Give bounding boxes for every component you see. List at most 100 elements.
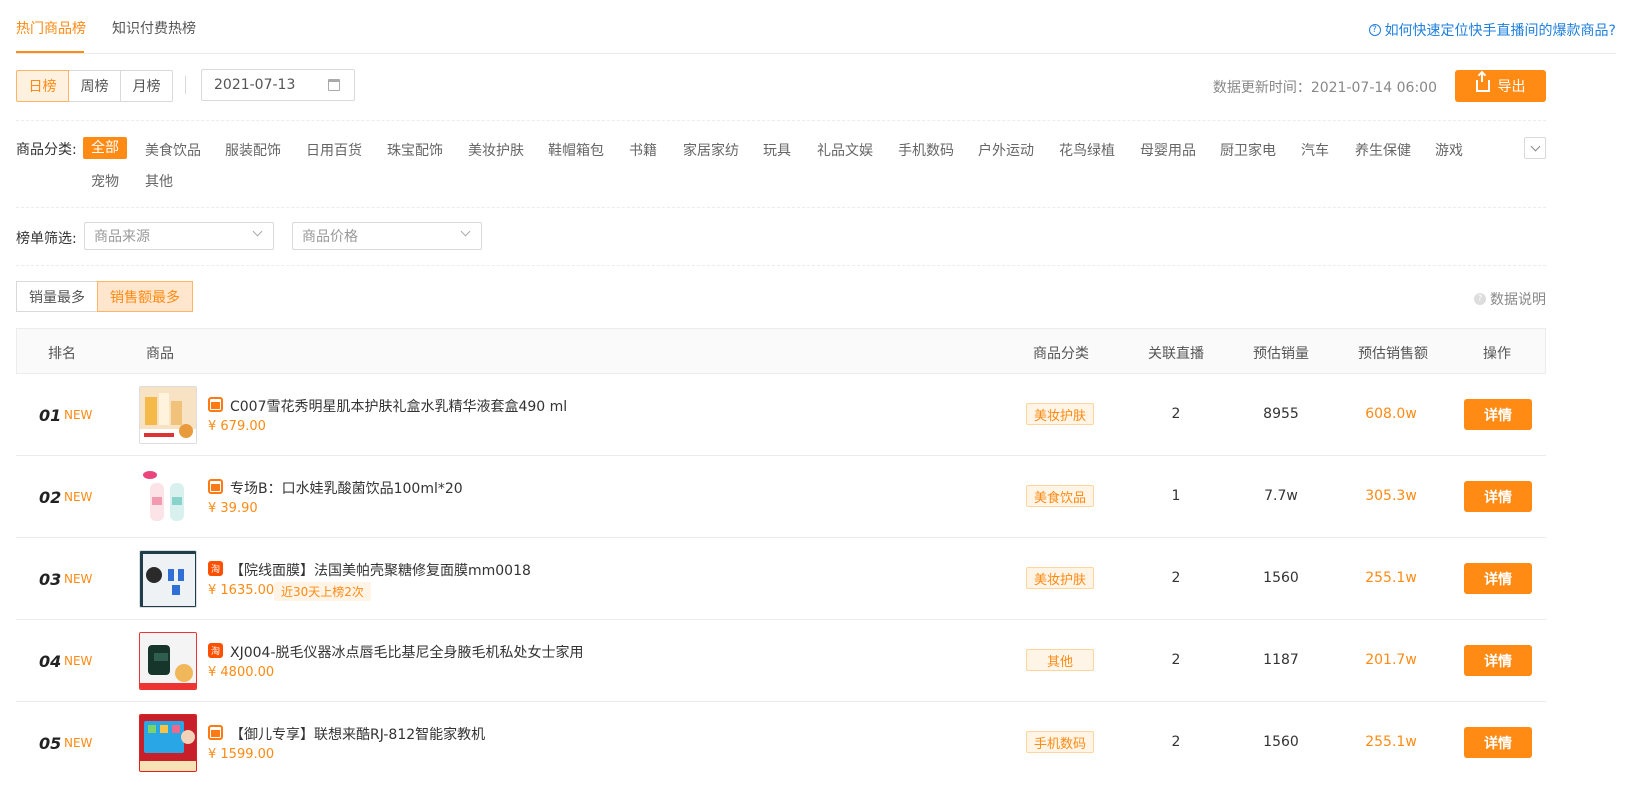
upload-icon <box>1475 73 1490 92</box>
divider <box>16 207 1546 208</box>
price-select-placeholder: 商品价格 <box>302 229 358 245</box>
chevron-down-icon <box>460 226 471 237</box>
est-sales: 1560 <box>1263 734 1299 750</box>
category-item[interactable]: 母婴用品 <box>1140 140 1196 160</box>
ranking-count-tag: 近30天上榜2次 <box>274 582 371 601</box>
source-select[interactable]: 商品来源 <box>84 222 274 250</box>
tab-hot-products[interactable]: 热门商品榜 <box>16 18 86 38</box>
category-item[interactable]: 玩具 <box>763 140 791 160</box>
category-item[interactable]: 汽车 <box>1301 140 1329 160</box>
header-category: 商品分类 <box>1033 346 1089 362</box>
table-row: 05 NEW 【御儿专享】联想来酷RJ-812智能家教机 ¥ 1599.00 手… <box>16 702 1546 784</box>
category-item[interactable]: 厨卫家电 <box>1220 140 1276 160</box>
product-price: ¥ 679.00 <box>208 419 266 434</box>
product-thumbnail[interactable] <box>139 386 197 444</box>
live-count: 2 <box>1171 570 1181 586</box>
product-thumbnail[interactable] <box>139 550 197 608</box>
product-thumbnail[interactable] <box>139 632 197 690</box>
est-revenue: 608.0w <box>1365 406 1417 422</box>
period-daily-button[interactable]: 日榜 <box>16 70 69 102</box>
table-row: 02 NEW 专场B：口水娃乳酸菌饮品100ml*20 ¥ 39.90 美食饮品… <box>16 456 1546 538</box>
new-badge: NEW <box>64 572 93 586</box>
est-sales: 1560 <box>1263 570 1299 586</box>
est-revenue: 305.3w <box>1365 488 1417 504</box>
sort-by-revenue-button[interactable]: 销售额最多 <box>97 281 193 312</box>
date-value: 2021-07-13 <box>214 77 296 93</box>
category-item[interactable]: 花鸟绿植 <box>1059 140 1115 160</box>
est-sales: 7.7w <box>1264 488 1298 504</box>
data-note-link[interactable]: ? 数据说明 <box>1474 289 1546 309</box>
detail-button[interactable]: 详情 <box>1464 399 1532 430</box>
category-badge: 美妆护肤 <box>1026 567 1094 589</box>
top-tabs: 热门商品榜 知识付费热榜 ? 如何快速定位快手直播间的爆款商品? <box>16 0 1616 54</box>
detail-button[interactable]: 详情 <box>1464 563 1532 594</box>
est-revenue: 255.1w <box>1365 570 1417 586</box>
sort-by-volume-button[interactable]: 销量最多 <box>16 281 98 312</box>
detail-button[interactable]: 详情 <box>1464 481 1532 512</box>
chevron-down-icon <box>252 226 263 237</box>
category-item[interactable]: 其他 <box>145 171 173 191</box>
expand-categories-button[interactable] <box>1524 137 1546 159</box>
product-thumbnail[interactable] <box>139 714 197 772</box>
date-picker[interactable]: 2021-07-13 <box>201 69 355 101</box>
table-row: 01 NEW C007雪花秀明星肌本护肤礼盒水乳精华液套盒490 ml ¥ 67… <box>16 374 1546 456</box>
source-select-placeholder: 商品来源 <box>94 229 150 245</box>
category-all[interactable]: 全部 <box>83 137 127 159</box>
tab-knowledge-paid[interactable]: 知识付费热榜 <box>112 18 196 38</box>
category-item[interactable]: 书籍 <box>629 140 657 160</box>
product-name[interactable]: C007雪花秀明星肌本护肤礼盒水乳精华液套盒490 ml <box>230 396 567 416</box>
export-button[interactable]: 导出 <box>1455 70 1546 102</box>
period-switcher: 日榜 周榜 月榜 <box>16 70 173 102</box>
product-name[interactable]: 【院线面膜】法国美帕壳聚糖修复面膜mm0018 <box>230 560 531 580</box>
period-weekly-button[interactable]: 周榜 <box>68 70 121 102</box>
product-price: ¥ 1635.00 <box>208 583 275 598</box>
est-sales: 8955 <box>1263 406 1299 422</box>
new-badge: NEW <box>64 654 93 668</box>
category-item[interactable]: 珠宝配饰 <box>387 140 443 160</box>
divider <box>16 120 1546 121</box>
category-item[interactable]: 鞋帽箱包 <box>548 140 604 160</box>
question-icon: ? <box>1368 24 1381 36</box>
header-rank: 排名 <box>48 346 76 362</box>
category-item[interactable]: 手机数码 <box>898 140 954 160</box>
calendar-icon <box>328 79 340 91</box>
price-select[interactable]: 商品价格 <box>292 222 482 250</box>
data-note-text: 数据说明 <box>1490 292 1546 308</box>
table-row: 04 NEW 淘 XJ004-脱毛仪器冰点唇毛比基尼全身腋毛机私处女士家用 ¥ … <box>16 620 1546 702</box>
rank-number: 04 <box>39 652 62 671</box>
header-product: 商品 <box>146 346 174 362</box>
header-live: 关联直播 <box>1148 346 1204 362</box>
product-name[interactable]: XJ004-脱毛仪器冰点唇毛比基尼全身腋毛机私处女士家用 <box>230 642 584 662</box>
help-link[interactable]: ? 如何快速定位快手直播间的爆款商品? <box>1368 20 1616 40</box>
category-item[interactable]: 家居家纺 <box>683 140 739 160</box>
divider <box>185 76 186 94</box>
category-item[interactable]: 美食饮品 <box>145 140 201 160</box>
product-name[interactable]: 【御儿专享】联想来酷RJ-812智能家教机 <box>230 724 485 744</box>
live-count: 2 <box>1171 652 1181 668</box>
rank-number: 03 <box>39 570 62 589</box>
category-badge: 手机数码 <box>1026 731 1094 753</box>
product-price: ¥ 4800.00 <box>208 665 275 680</box>
category-item[interactable]: 游戏 <box>1435 140 1463 160</box>
est-revenue: 201.7w <box>1365 652 1417 668</box>
product-name[interactable]: 专场B：口水娃乳酸菌饮品100ml*20 <box>230 478 463 498</box>
category-item[interactable]: 日用百货 <box>306 140 362 160</box>
category-item[interactable]: 礼品文娱 <box>817 140 873 160</box>
taobao-shop-icon: 淘 <box>208 643 223 658</box>
est-revenue: 255.1w <box>1365 734 1417 750</box>
header-est-sales: 预估销量 <box>1253 346 1309 362</box>
category-item[interactable]: 宠物 <box>91 171 119 191</box>
help-link-text: 如何快速定位快手直播间的爆款商品? <box>1384 23 1616 39</box>
new-badge: NEW <box>64 408 93 422</box>
period-monthly-button[interactable]: 月榜 <box>120 70 173 102</box>
category-item[interactable]: 养生保健 <box>1355 140 1411 160</box>
category-item[interactable]: 服装配饰 <box>225 140 281 160</box>
kuaishou-shop-icon <box>208 725 223 740</box>
category-item[interactable]: 户外运动 <box>978 140 1034 160</box>
category-label: 商品分类: <box>16 142 77 158</box>
category-item[interactable]: 美妆护肤 <box>468 140 524 160</box>
detail-button[interactable]: 详情 <box>1464 727 1532 758</box>
detail-button[interactable]: 详情 <box>1464 645 1532 676</box>
product-thumbnail[interactable] <box>139 468 197 526</box>
table-header: 排名 商品 商品分类 关联直播 预估销量 预估销售额 操作 <box>16 328 1546 374</box>
